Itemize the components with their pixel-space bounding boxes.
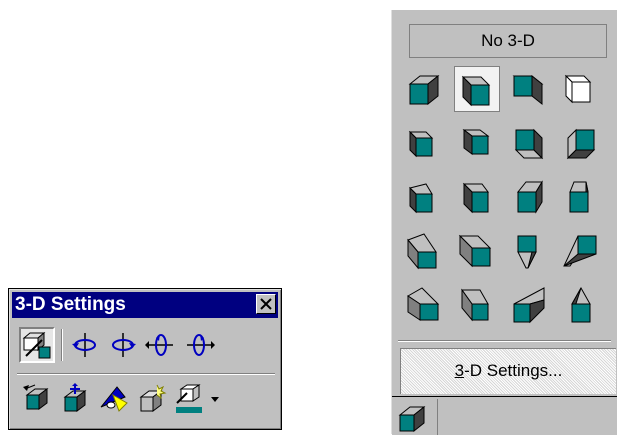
3d-color-button[interactable] — [171, 381, 207, 417]
3d-style-option[interactable] — [402, 174, 448, 220]
3d-style-option[interactable] — [506, 66, 552, 112]
3d-style-option[interactable] — [402, 282, 448, 328]
3d-style-option[interactable] — [402, 66, 448, 112]
lighting-button[interactable] — [95, 381, 131, 417]
toolbar-strip — [392, 396, 617, 435]
3d-style-icon — [461, 288, 489, 322]
3d-style-option[interactable] — [454, 282, 500, 328]
3d-style-option[interactable] — [506, 228, 552, 274]
toolbar-separator — [61, 329, 63, 361]
3d-settings-button[interactable]: 3-D Settings... — [400, 348, 616, 394]
3d-style-option[interactable] — [506, 120, 552, 166]
direction-button[interactable] — [57, 381, 93, 417]
3d-style-option[interactable] — [454, 120, 500, 166]
3d-style-icon — [514, 128, 544, 160]
tilt-right-button[interactable] — [181, 327, 217, 363]
toolbar-title-bar[interactable]: 3-D Settings — [12, 292, 278, 318]
lighting-icon — [100, 386, 128, 412]
direction-icon — [63, 383, 87, 412]
3d-style-option[interactable] — [558, 282, 604, 328]
toolbar-title: 3-D Settings — [15, 294, 126, 315]
3d-style-option[interactable] — [454, 174, 500, 220]
3d-style-icon — [512, 74, 544, 106]
tilt-up-button[interactable] — [105, 327, 141, 363]
3d-style-option[interactable] — [454, 66, 500, 112]
settings-mnemonic: 3 — [454, 361, 465, 380]
palette-divider — [398, 340, 611, 342]
3d-cube-icon — [398, 405, 426, 433]
3d-style-option[interactable] — [506, 282, 552, 328]
surface-icon — [139, 384, 167, 412]
3d-toggle-icon — [22, 331, 51, 359]
tilt-right-icon — [187, 334, 215, 356]
depth-icon — [23, 384, 49, 410]
tilt-left-icon — [145, 334, 173, 356]
3d-style-icon — [571, 286, 591, 323]
3d-style-grid — [402, 66, 606, 346]
3d-style-icon — [462, 129, 490, 155]
settings-label: -D Settings... — [464, 361, 563, 380]
3d-style-icon — [408, 130, 434, 158]
3d-color-icon — [176, 384, 202, 413]
3d-style-icon — [407, 233, 437, 270]
3d-on-off-toggle[interactable] — [19, 327, 55, 363]
toolbar-row-divider — [17, 373, 275, 375]
3d-style-option[interactable] — [506, 174, 552, 220]
3d-style-option[interactable] — [558, 120, 604, 166]
3d-style-icon — [517, 235, 537, 269]
3d-style-icon — [566, 128, 596, 160]
3d-style-option[interactable] — [558, 228, 604, 274]
tilt-up-icon — [112, 333, 136, 357]
tilt-left-button[interactable] — [143, 327, 179, 363]
tilt-down-icon — [72, 333, 96, 357]
tilt-down-button[interactable] — [67, 327, 103, 363]
3d-style-icon — [563, 235, 597, 267]
3d-style-icon — [569, 181, 589, 213]
toolbar-close-button[interactable] — [256, 294, 276, 314]
3d-style-option[interactable] — [402, 120, 448, 166]
no-3d-button[interactable]: No 3-D — [409, 24, 607, 58]
surface-button[interactable] — [133, 381, 169, 417]
3d-style-option[interactable] — [558, 174, 604, 220]
3d-style-icon — [461, 75, 491, 107]
toolbar-row-rotate — [19, 325, 275, 365]
3d-style-option[interactable] — [454, 228, 500, 274]
3d-style-icon — [516, 180, 543, 214]
3d-style-icon — [462, 182, 489, 214]
3d-settings-toolbar: 3-D Settings — [8, 288, 282, 430]
chevron-down-icon[interactable] — [211, 397, 219, 403]
3d-style-icon — [513, 287, 545, 324]
3d-style-icon — [458, 234, 492, 268]
3d-style-icon — [407, 287, 440, 321]
3d-style-option[interactable] — [402, 228, 448, 274]
3d-style-icon — [564, 74, 592, 104]
3d-style-icon — [409, 183, 433, 214]
depth-button[interactable] — [19, 381, 55, 417]
3d-style-toolbar-button[interactable] — [392, 399, 438, 435]
3d-style-option[interactable] — [558, 66, 604, 112]
close-icon — [260, 298, 272, 310]
3d-style-icon — [408, 74, 440, 106]
toolbar-row-appearance — [19, 379, 275, 419]
3d-style-palette: No 3-D 3-D Settings... — [391, 10, 617, 435]
